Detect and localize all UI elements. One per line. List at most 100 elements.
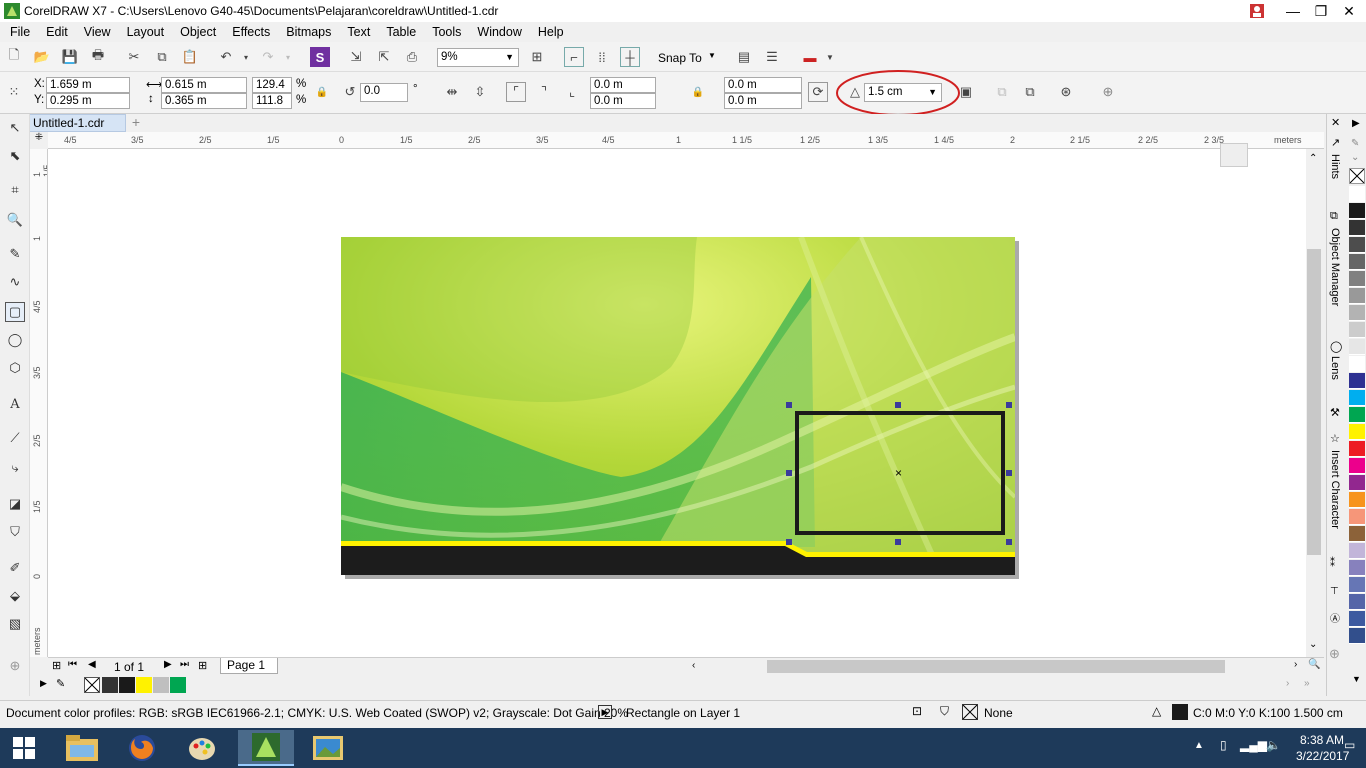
- docker-tool-icon[interactable]: ⊤: [1330, 586, 1339, 597]
- snap-status-icon[interactable]: ⊡: [912, 704, 922, 718]
- menu-file[interactable]: File: [2, 25, 38, 39]
- prev-page-icon[interactable]: ◀: [88, 659, 96, 670]
- color-swatch[interactable]: [1349, 390, 1365, 406]
- menu-tools[interactable]: Tools: [424, 25, 469, 39]
- rulers-icon[interactable]: ⌐: [564, 47, 584, 67]
- color-swatch[interactable]: [1349, 220, 1365, 236]
- hscroll-thumb[interactable]: [767, 660, 1225, 673]
- selection-handle[interactable]: [1006, 402, 1012, 408]
- interactive-fill-icon[interactable]: ⬙: [5, 586, 25, 606]
- docker-add-icon[interactable]: ⊕: [1329, 646, 1340, 662]
- wrench-icon[interactable]: ⚒: [1330, 406, 1340, 419]
- color-swatch[interactable]: [1349, 424, 1365, 440]
- menu-object[interactable]: Object: [172, 25, 224, 39]
- ruler-origin-icon[interactable]: ⁜: [30, 132, 48, 149]
- document-page[interactable]: ×: [341, 237, 1015, 575]
- round-corner-icon[interactable]: ⌜: [506, 82, 526, 102]
- battery-icon[interactable]: ▯: [1220, 738, 1227, 752]
- polygon-tool-icon[interactable]: ⬡: [5, 358, 25, 378]
- scale-height-field[interactable]: 111.8: [252, 93, 292, 109]
- open-icon[interactable]: 📂: [32, 47, 52, 67]
- relative-scaling-icon[interactable]: ⟳: [808, 82, 828, 102]
- drawing-canvas[interactable]: ×: [48, 143, 1306, 657]
- customize-add-icon[interactable]: ⊕: [5, 656, 25, 676]
- object-origin-icon[interactable]: ⁙: [4, 82, 24, 102]
- hints-pin-icon[interactable]: ↗: [1331, 136, 1340, 149]
- color-swatch[interactable]: [1349, 560, 1365, 576]
- vertical-ruler[interactable]: 1 1/5 1 4/5 3/5 2/5 1/5 0 meters: [30, 149, 48, 657]
- menu-effects[interactable]: Effects: [224, 25, 278, 39]
- network-icon[interactable]: ▂▄▆: [1240, 738, 1267, 752]
- first-page-icon[interactable]: ⏮: [68, 659, 77, 670]
- rotate-icon[interactable]: ↺: [340, 82, 360, 102]
- menu-layout[interactable]: Layout: [119, 25, 173, 39]
- last-page-icon[interactable]: ⏭: [180, 659, 189, 670]
- import-icon[interactable]: ⇲: [346, 47, 366, 67]
- color-swatch[interactable]: [1349, 305, 1365, 321]
- menu-table[interactable]: Table: [378, 25, 424, 39]
- redo-dropdown-icon[interactable]: ▾: [278, 47, 298, 67]
- artistic-media-icon[interactable]: ∿: [5, 272, 25, 292]
- undo-icon[interactable]: ↶: [216, 47, 236, 67]
- file-explorer-icon[interactable]: [54, 730, 110, 766]
- color-swatch[interactable]: [1349, 475, 1365, 491]
- new-document-icon[interactable]: 🗋: [4, 47, 24, 67]
- corner-radius-3[interactable]: 0.0 m: [590, 93, 656, 109]
- volume-icon[interactable]: 🔈: [1266, 738, 1281, 752]
- zoom-page-icon[interactable]: ⊞: [527, 47, 547, 67]
- coreldraw-taskbar-icon[interactable]: [238, 730, 294, 766]
- color-swatch[interactable]: [1349, 356, 1365, 372]
- launcher-dropdown-icon[interactable]: ▼: [820, 47, 840, 67]
- color-swatch[interactable]: [1349, 577, 1365, 593]
- drop-shadow-icon[interactable]: ◪: [5, 494, 25, 514]
- add-page-after-icon[interactable]: ⊞: [198, 659, 207, 672]
- color-swatch[interactable]: [1349, 543, 1365, 559]
- y-position-field[interactable]: 0.295 m: [46, 93, 130, 109]
- clock-date[interactable]: 3/22/2017: [1296, 749, 1349, 763]
- lock-ratio-icon[interactable]: 🔒: [312, 82, 332, 102]
- selection-handle[interactable]: [895, 402, 901, 408]
- color-swatch[interactable]: [1349, 407, 1365, 423]
- freehand-tool-icon[interactable]: ✎: [5, 244, 25, 264]
- lens-tab[interactable]: Lens: [1329, 356, 1341, 380]
- hscroll-left-icon[interactable]: ‹: [692, 660, 695, 671]
- add-icon[interactable]: ⊕: [1098, 82, 1118, 102]
- wrap-text-icon[interactable]: ▣: [956, 82, 976, 102]
- color-swatch[interactable]: [1349, 373, 1365, 389]
- snap-dropdown-icon[interactable]: ▼: [708, 51, 716, 60]
- color-swatch[interactable]: [1349, 458, 1365, 474]
- grid-icon[interactable]: ⁞⁞: [592, 47, 612, 67]
- scroll-thumb[interactable]: [1307, 249, 1321, 555]
- scale-width-field[interactable]: 129.4: [252, 77, 292, 93]
- publish-pdf-icon[interactable]: ⎙: [402, 47, 422, 67]
- application-launcher-icon[interactable]: ▬: [800, 47, 820, 67]
- corner-radius-1[interactable]: 0.0 m: [590, 77, 656, 93]
- smart-fill-icon[interactable]: ▧: [5, 614, 25, 634]
- fill-bucket-icon[interactable]: ⛉: [940, 704, 949, 719]
- outline-pen-status-icon[interactable]: △: [1152, 704, 1161, 718]
- color-swatch[interactable]: [1349, 526, 1365, 542]
- color-swatch[interactable]: [1349, 254, 1365, 270]
- search-content-icon[interactable]: S: [310, 47, 330, 67]
- docker-close-icon[interactable]: ✕: [1331, 116, 1340, 129]
- guidelines-icon[interactable]: ┼: [620, 47, 640, 67]
- corner-radius-2[interactable]: 0.0 m: [724, 77, 802, 93]
- chamfered-corner-icon[interactable]: ⌞: [562, 82, 582, 102]
- paint-icon[interactable]: [174, 730, 230, 766]
- doc-palette-eyedropper-icon[interactable]: ✎: [56, 677, 65, 690]
- redo-icon[interactable]: ↷: [258, 47, 278, 67]
- color-swatch[interactable]: [1349, 288, 1365, 304]
- new-tab-icon[interactable]: +: [128, 114, 144, 132]
- paste-icon[interactable]: 📋: [180, 47, 200, 67]
- convert-to-curves-icon[interactable]: ⊛: [1056, 82, 1076, 102]
- page-1-tab[interactable]: Page 1: [220, 658, 278, 674]
- add-page-before-icon[interactable]: ⊞: [52, 659, 61, 672]
- menu-edit[interactable]: Edit: [38, 25, 76, 39]
- object-manager-tab[interactable]: Object Manager: [1329, 228, 1341, 306]
- text-tool-icon[interactable]: A: [5, 394, 25, 414]
- copy-icon[interactable]: ⧉: [152, 47, 172, 67]
- doc-palette-scroll-icon[interactable]: ›: [1286, 678, 1289, 689]
- color-profiles-text[interactable]: Document color profiles: RGB: sRGB IEC61…: [6, 706, 628, 720]
- to-back-icon[interactable]: ⧉: [1020, 82, 1040, 102]
- action-center-icon[interactable]: ▭: [1344, 738, 1355, 752]
